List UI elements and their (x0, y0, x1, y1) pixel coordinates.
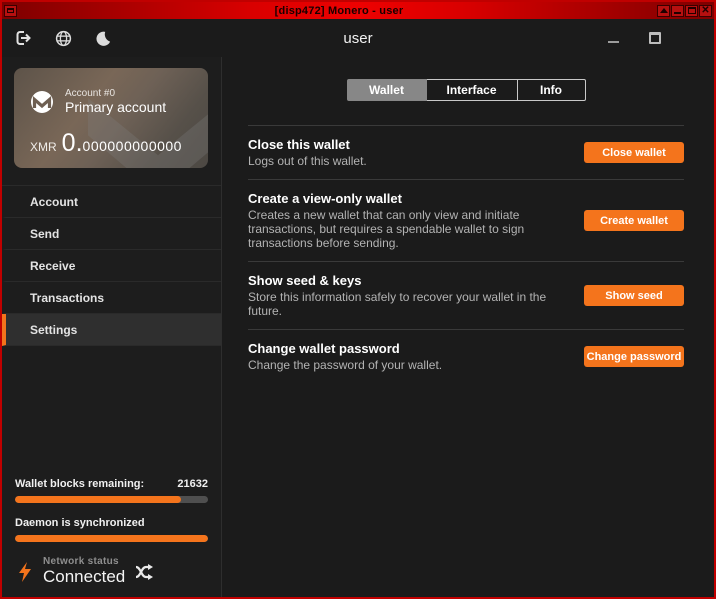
maximize-icon (688, 7, 696, 14)
settings-row-view-only-wallet: Create a view-only wallet Creates a new … (248, 180, 684, 261)
monero-window: [disp472] Monero - user ✕ user (0, 0, 716, 599)
window-title: [disp472] Monero - user (21, 3, 657, 19)
create-wallet-button[interactable]: Create wallet (584, 210, 684, 231)
sidebar-item-account[interactable]: Account (2, 186, 221, 218)
moon-icon (95, 30, 111, 47)
daemon-status-label: Daemon is synchronized (15, 517, 145, 529)
network-status[interactable]: Network status Connected (15, 556, 208, 587)
balance: XMR 0. 000000000000 (30, 129, 182, 158)
sidebar-spacer (2, 346, 221, 478)
settings-row-texts: Show seed & keys Store this information … (248, 273, 584, 318)
account-card-header: Account #0 Primary account (30, 88, 194, 115)
window-menu-button[interactable] (4, 5, 17, 17)
app-header: user (2, 19, 714, 57)
network-status-texts: Network status Connected (43, 556, 125, 587)
daemon-sync-progressbar (15, 535, 208, 542)
balance-fraction: 000000000000 (83, 138, 182, 154)
app: user (2, 19, 714, 597)
settings-row-show-seed: Show seed & keys Store this information … (248, 262, 684, 329)
wallet-sync-progressbar (15, 496, 208, 503)
sidebar-item-transactions[interactable]: Transactions (2, 282, 221, 314)
tab-interface[interactable]: Interface (427, 79, 518, 101)
lightning-icon (17, 561, 33, 583)
app-minimize-button[interactable] (604, 29, 622, 47)
row-description: Creates a new wallet that can only view … (248, 208, 564, 250)
balance-integer: 0. (62, 129, 83, 158)
account-card[interactable]: Account #0 Primary account XMR 0. 000000… (14, 68, 208, 168)
account-name: Primary account (65, 99, 166, 115)
daemon-status-row: Daemon is synchronized (15, 517, 208, 529)
tab-wallet[interactable]: Wallet (347, 79, 427, 101)
settings-page: Wallet Interface Info Close this wallet … (222, 57, 714, 597)
wallet-sync-progress-fill (15, 496, 181, 503)
account-number: Account #0 (65, 88, 166, 99)
window-menu-icon (7, 8, 14, 13)
sidebar: Account #0 Primary account XMR 0. 000000… (2, 57, 222, 597)
show-seed-button[interactable]: Show seed (584, 285, 684, 306)
titlebar[interactable]: [disp472] Monero - user ✕ (2, 2, 714, 19)
row-title: Change wallet password (248, 341, 564, 356)
sidebar-item-receive[interactable]: Receive (2, 250, 221, 282)
settings-row-texts: Change wallet password Change the passwo… (248, 341, 584, 372)
globe-icon (55, 30, 72, 47)
settings-row-texts: Create a view-only wallet Creates a new … (248, 191, 584, 250)
logout-icon (14, 29, 32, 47)
account-card-texts: Account #0 Primary account (65, 88, 166, 115)
minimize-button[interactable] (671, 5, 684, 17)
settings-row-close-wallet: Close this wallet Logs out of this walle… (248, 126, 684, 179)
balance-currency: XMR (30, 140, 57, 154)
settings-tabs: Wallet Interface Info (248, 79, 684, 101)
row-title: Show seed & keys (248, 273, 564, 288)
sidebar-item-send[interactable]: Send (2, 218, 221, 250)
blocks-remaining-label: Wallet blocks remaining: (15, 478, 144, 490)
row-description: Logs out of this wallet. (248, 154, 564, 168)
minimize-icon (674, 12, 681, 14)
row-description: Store this information safely to recover… (248, 290, 564, 318)
app-body: Account #0 Primary account XMR 0. 000000… (2, 57, 714, 597)
language-button[interactable] (54, 29, 72, 47)
change-password-button[interactable]: Change password (584, 346, 684, 367)
shuffle-icon (135, 563, 154, 581)
settings-row-change-password: Change wallet password Change the passwo… (248, 330, 684, 383)
row-title: Create a view-only wallet (248, 191, 564, 206)
sync-status: Wallet blocks remaining: 21632 Daemon is… (2, 478, 221, 597)
tab-info[interactable]: Info (518, 79, 586, 101)
daemon-sync-progress-fill (15, 535, 208, 542)
row-title: Close this wallet (248, 137, 564, 152)
sidebar-item-settings[interactable]: Settings (2, 314, 221, 346)
blocks-remaining-row: Wallet blocks remaining: 21632 (15, 478, 208, 490)
app-maximize-button[interactable] (646, 29, 664, 47)
close-icon: ✕ (701, 6, 709, 16)
shade-icon (660, 8, 668, 13)
sidebar-menu: Account Send Receive Transactions Settin… (2, 185, 221, 346)
network-status-value: Connected (43, 567, 125, 587)
settings-row-texts: Close this wallet Logs out of this walle… (248, 137, 584, 168)
row-description: Change the password of your wallet. (248, 358, 564, 372)
logout-button[interactable] (14, 29, 32, 47)
close-wallet-button[interactable]: Close wallet (584, 142, 684, 163)
titlebar-buttons: ✕ (657, 5, 712, 17)
close-button[interactable]: ✕ (699, 5, 712, 17)
blocks-remaining-value: 21632 (177, 478, 208, 490)
network-status-label: Network status (43, 556, 125, 567)
shade-button[interactable] (657, 5, 670, 17)
theme-toggle-button[interactable] (94, 29, 112, 47)
minimize-icon (608, 41, 619, 43)
maximize-icon (649, 32, 661, 44)
window-controls (604, 29, 664, 47)
header-icons (14, 29, 112, 47)
monero-logo (30, 90, 54, 114)
maximize-button[interactable] (685, 5, 698, 17)
